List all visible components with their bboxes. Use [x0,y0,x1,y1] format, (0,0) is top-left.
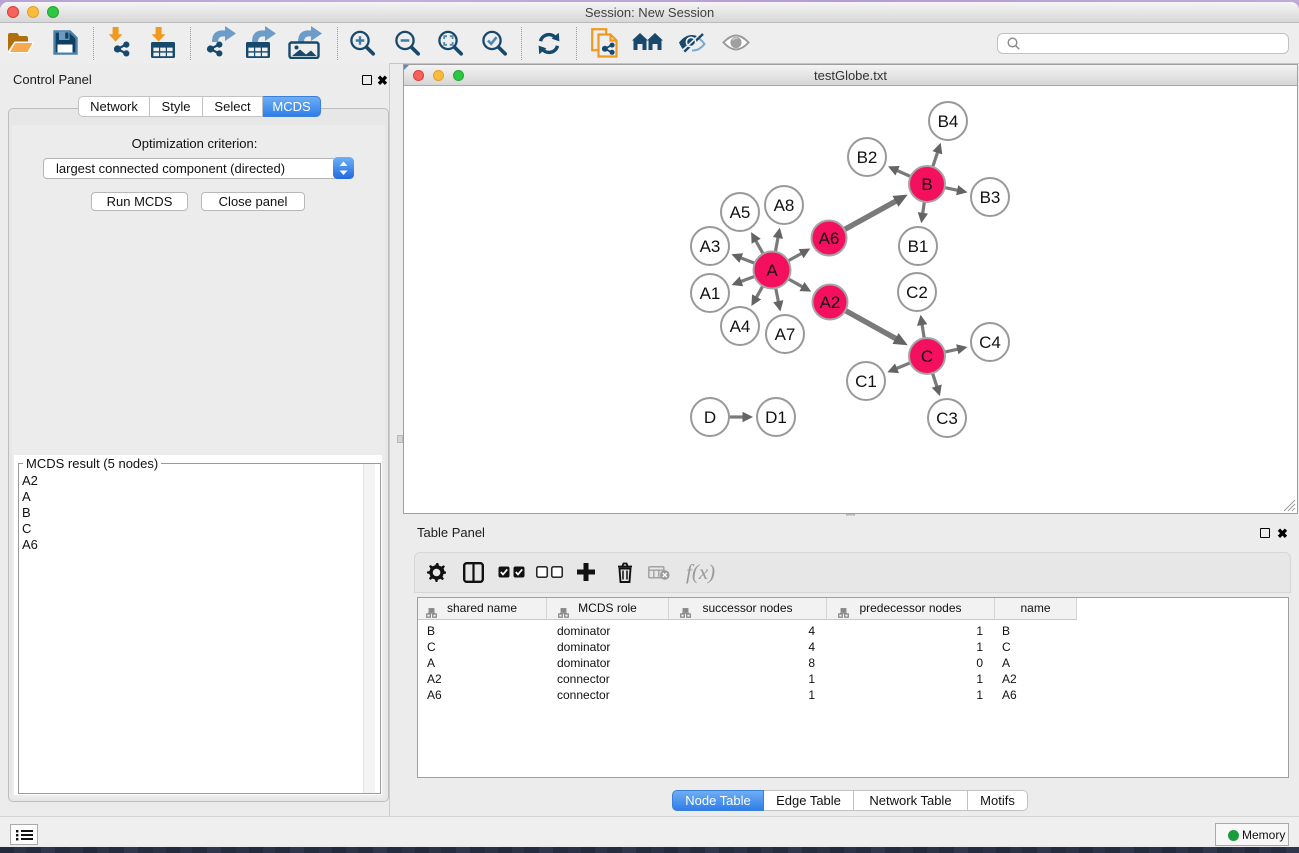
svg-text:C2: C2 [906,283,928,302]
svg-text:D1: D1 [765,408,787,427]
svg-text:A4: A4 [730,317,751,336]
svg-text:A5: A5 [730,203,751,222]
svg-text:A: A [766,261,778,280]
svg-text:A7: A7 [775,325,796,344]
svg-text:B4: B4 [938,112,959,131]
svg-text:A3: A3 [700,237,721,256]
svg-text:D: D [704,408,716,427]
svg-text:C3: C3 [936,409,958,428]
svg-text:A1: A1 [700,284,721,303]
svg-text:C4: C4 [979,333,1001,352]
svg-text:B: B [921,175,932,194]
svg-text:A2: A2 [820,293,841,312]
svg-text:B3: B3 [980,188,1001,207]
svg-text:B1: B1 [908,237,929,256]
svg-text:A8: A8 [774,196,795,215]
svg-text:C: C [921,347,933,366]
svg-text:C1: C1 [855,372,877,391]
svg-text:A6: A6 [819,229,840,248]
svg-text:B2: B2 [857,148,878,167]
